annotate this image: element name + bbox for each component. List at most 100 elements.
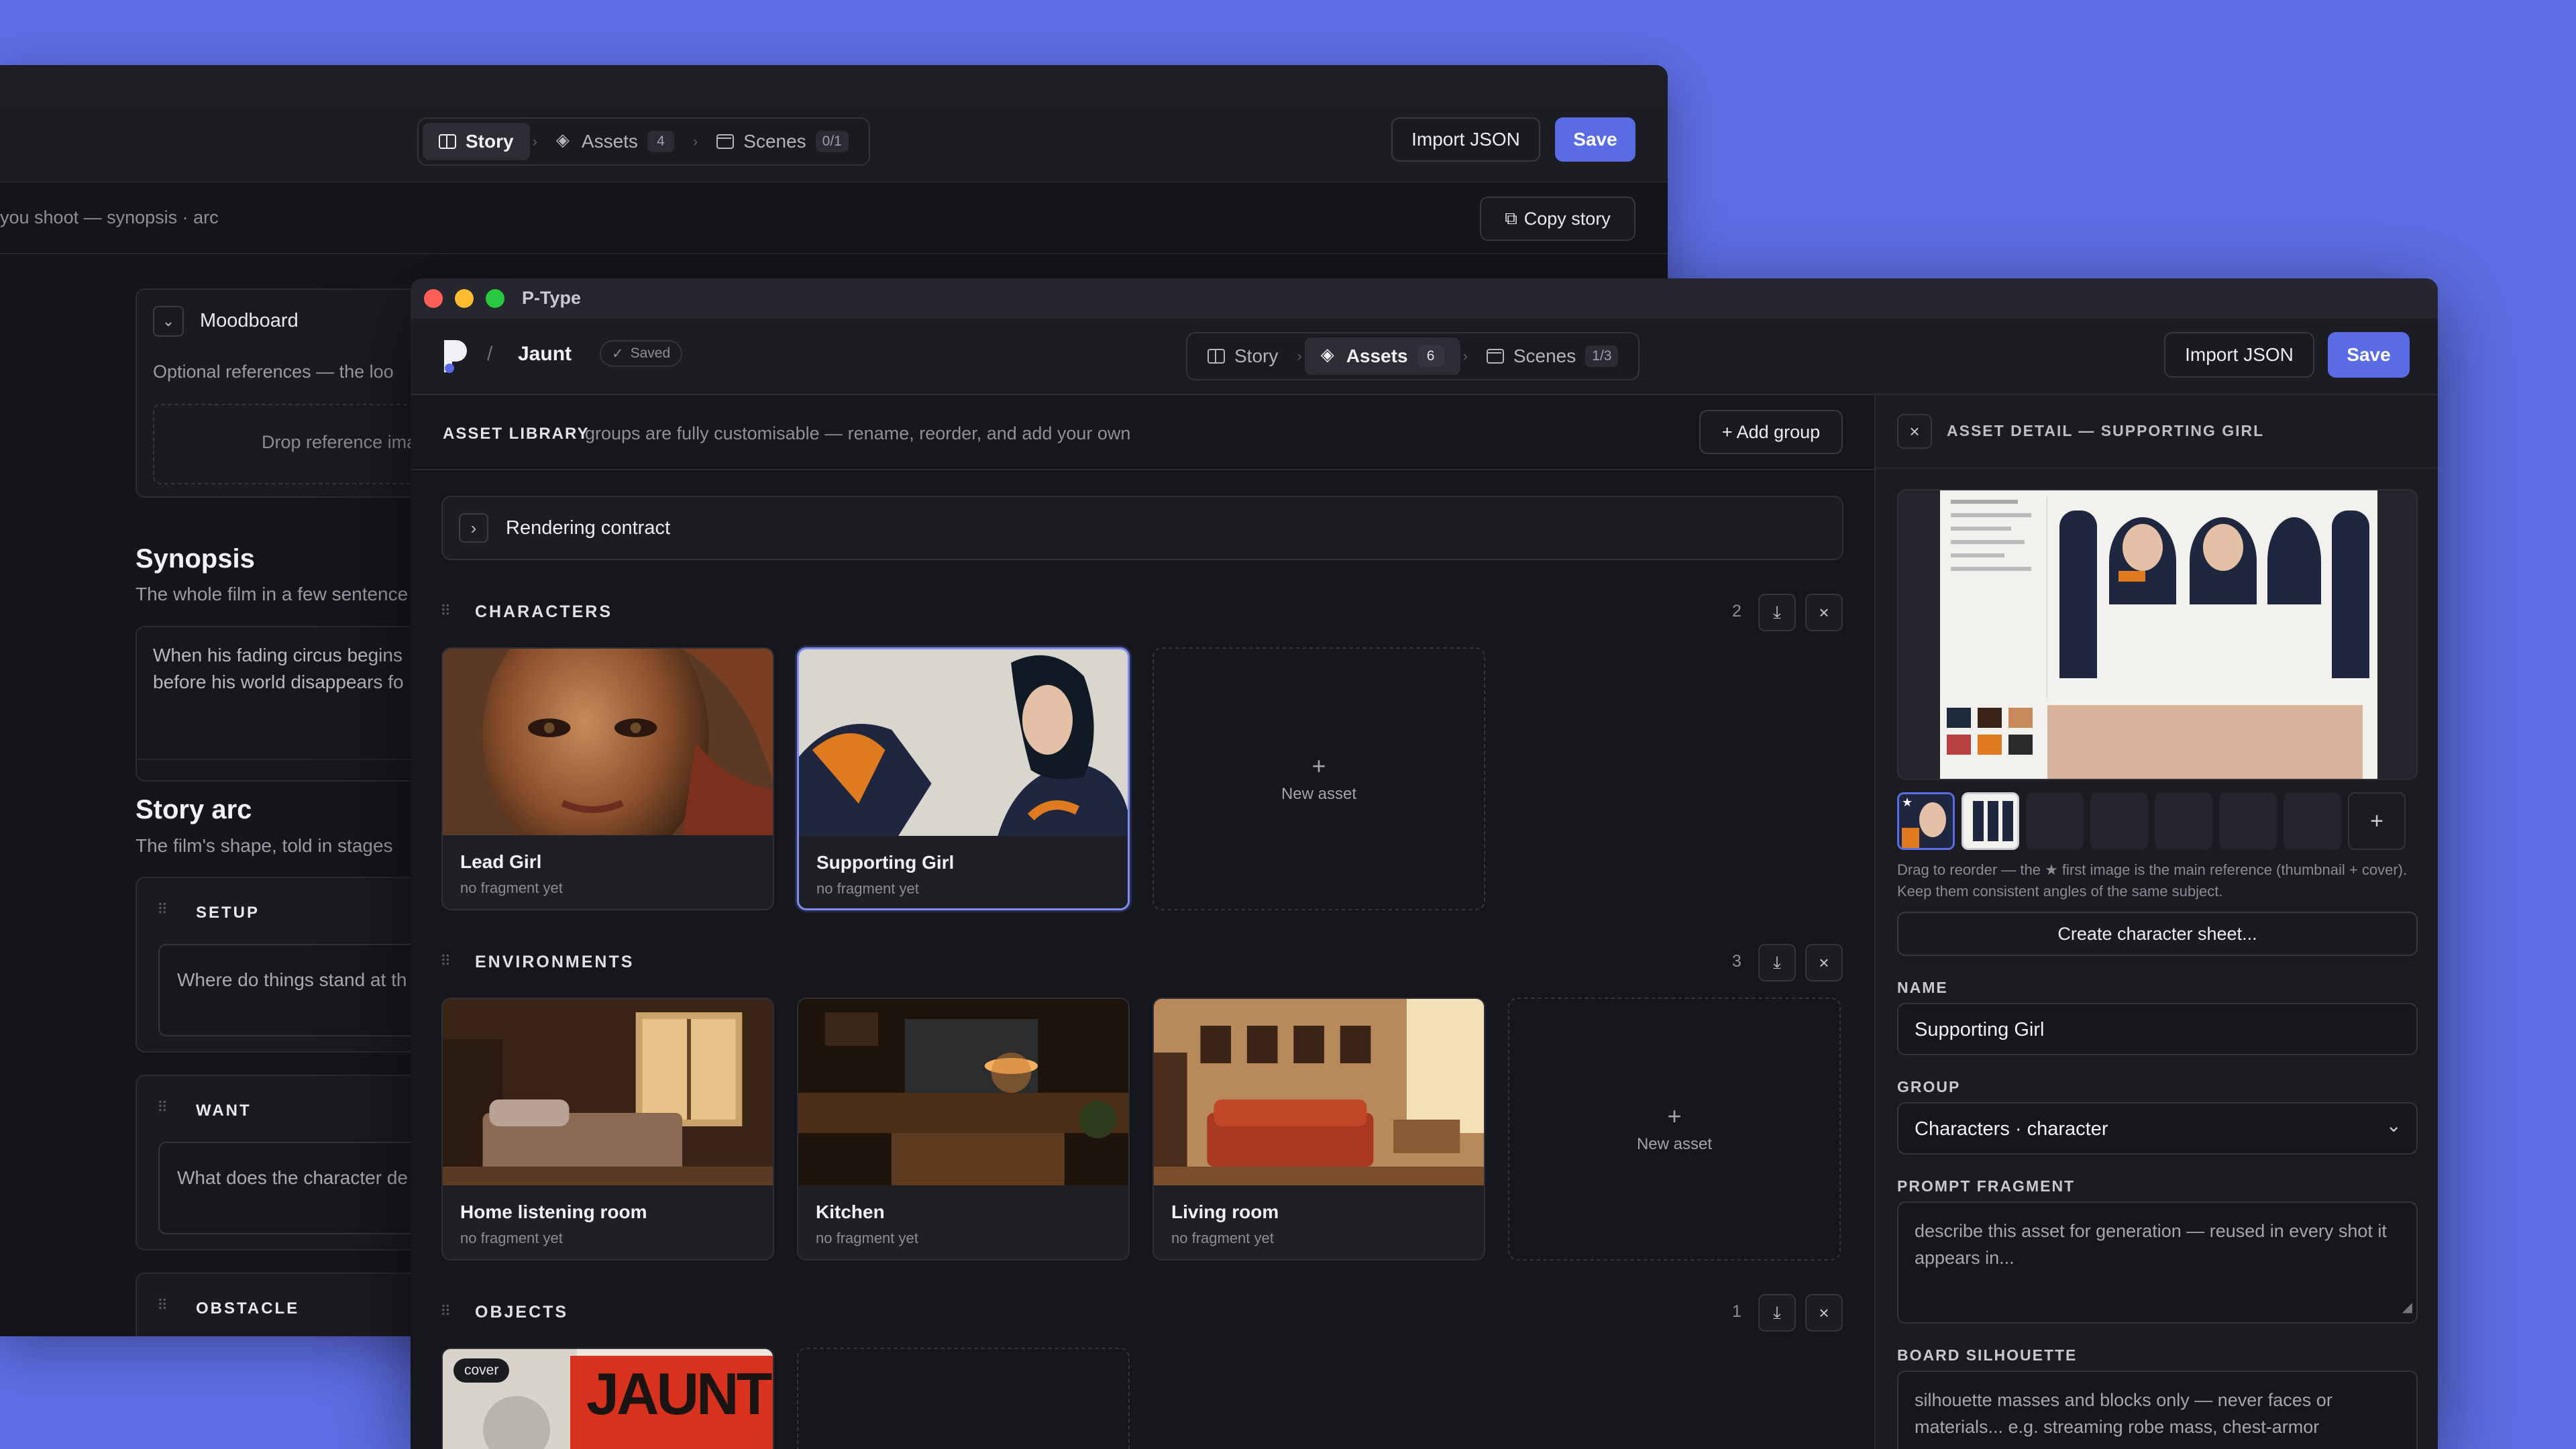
reference-thumbnail[interactable]: ★ — [1897, 792, 1955, 850]
group-count: 3 — [1732, 952, 1741, 971]
character-sheet-graphic — [1940, 490, 2377, 779]
group-select[interactable]: Characters · character ⌄ — [1897, 1102, 2418, 1155]
group-title[interactable]: OBJECTS — [475, 1303, 568, 1322]
divider — [1876, 468, 2438, 469]
close-icon[interactable]: × — [1805, 594, 1843, 631]
import-json-button[interactable]: Import JSON — [1391, 117, 1540, 162]
asset-name: Lead Girl — [460, 851, 542, 872]
asset-fragment: no fragment yet — [1171, 1230, 1274, 1246]
chevron-right-icon: › — [532, 133, 537, 150]
resize-handle-icon[interactable]: ◢ — [2402, 1294, 2412, 1321]
asset-card-supporting-girl[interactable]: Supporting Girl no fragment yet — [797, 647, 1130, 910]
chevron-right-icon: › — [1462, 347, 1468, 364]
tab-scenes[interactable]: Scenes 1/3 — [1470, 337, 1635, 375]
view-tabs: Story › Assets6 › Scenes1/3 — [1186, 332, 1640, 380]
divider — [136, 759, 417, 760]
asset-card-cover[interactable]: JAUNT cover — [441, 1348, 774, 1449]
new-asset-button[interactable]: + New asset — [1152, 647, 1485, 910]
group-count: 2 — [1732, 602, 1741, 621]
main-reference-image[interactable] — [1897, 489, 2418, 780]
stage-placeholder: What does the character de — [177, 1167, 408, 1188]
moodboard-card: ⌄ Moodboard Optional references — the lo… — [136, 288, 435, 498]
group-title[interactable]: ENVIRONMENTS — [475, 953, 634, 972]
stage-label: SETUP — [196, 904, 260, 922]
import-json-button[interactable]: Import JSON — [2164, 332, 2314, 378]
tab-story[interactable]: Story — [1191, 337, 1294, 375]
drag-handle-icon[interactable]: ⠿ — [440, 953, 451, 970]
drag-handle-icon[interactable]: ⠿ — [157, 901, 168, 918]
maximize-window-button[interactable] — [486, 289, 504, 308]
save-button[interactable]: Save — [2328, 332, 2410, 378]
close-icon[interactable]: × — [1805, 1294, 1843, 1332]
rendering-contract-panel[interactable]: › Rendering contract — [441, 496, 1843, 560]
arc-stage-setup: ⠿ SETUP Where do things stand at th — [136, 877, 440, 1053]
window-titlebar — [0, 65, 1668, 108]
project-name[interactable]: Jaunt — [518, 343, 572, 366]
asset-card-home-listening-room[interactable]: Home listening room no fragment yet — [441, 998, 774, 1260]
new-asset-label: New asset — [1281, 785, 1357, 803]
tab-assets[interactable]: Assets4 — [540, 123, 690, 160]
asset-detail-panel: × ASSET DETAIL — SUPPORTING GIRL ★ + Dra… — [1874, 395, 2438, 1449]
empty-thumbnail-slot[interactable] — [2155, 792, 2212, 850]
asset-thumbnail — [1154, 999, 1484, 1185]
drag-handle-icon[interactable]: ⠿ — [157, 1099, 168, 1116]
moodboard-hint: Optional references — the loo — [153, 362, 394, 382]
prompt-fragment-textarea[interactable]: describe this asset for generation — reu… — [1897, 1201, 2418, 1324]
stage-input[interactable]: Where do things stand at th — [158, 944, 440, 1036]
assets-count-badge: 4 — [647, 131, 674, 152]
minimize-window-button[interactable] — [455, 289, 474, 308]
download-icon[interactable]: ⤓ — [1758, 594, 1796, 631]
tab-story[interactable]: Story — [423, 123, 530, 160]
name-field[interactable]: Supporting Girl — [1897, 1003, 2418, 1055]
asset-window: P-Type / Jaunt ✓Saved Story › Assets6 › … — [411, 278, 2438, 1449]
scenes-count-badge: 0/1 — [815, 131, 849, 152]
reference-thumbnail[interactable] — [1962, 792, 2019, 850]
empty-thumbnail-slot[interactable] — [2090, 792, 2148, 850]
save-button[interactable]: Save — [1555, 117, 1635, 162]
close-icon[interactable]: × — [1897, 414, 1932, 449]
stage-input[interactable]: What does the character de — [158, 1142, 440, 1234]
group-title[interactable]: CHARACTERS — [475, 602, 612, 622]
asset-card-living-room[interactable]: Living room no fragment yet — [1152, 998, 1485, 1260]
asset-card-kitchen[interactable]: Kitchen no fragment yet — [797, 998, 1130, 1260]
star-icon: ★ — [1902, 796, 1913, 809]
story-arc-heading: Story arc — [136, 795, 252, 824]
board-silhouette-label: BOARD SILHOUETTE — [1897, 1346, 2078, 1364]
arc-stage-obstacle: ⠿ OBSTACLE — [136, 1273, 417, 1336]
drag-handle-icon[interactable]: ⠿ — [440, 602, 451, 620]
asset-fragment: no fragment yet — [816, 1230, 918, 1246]
group-label: GROUP — [1897, 1078, 1961, 1095]
moodboard-dropzone[interactable]: Drop reference ima — [153, 404, 435, 484]
layers-icon — [1321, 344, 1337, 365]
empty-thumbnail-slot[interactable] — [2284, 792, 2341, 850]
tab-scenes[interactable]: Scenes 0/1 — [700, 123, 865, 160]
drag-handle-icon[interactable]: ⠿ — [440, 1303, 451, 1320]
copy-story-button[interactable]: ⧉ Copy story — [1480, 197, 1635, 241]
tab-assets[interactable]: Assets6 — [1304, 337, 1460, 375]
window-title: P-Type — [522, 288, 582, 308]
top-nav: Story › Assets4 › Scenes0/1 Import JSON … — [0, 108, 1668, 182]
chevron-right-icon[interactable]: › — [459, 513, 488, 543]
cover-badge: cover — [453, 1358, 510, 1383]
empty-thumbnail-slot[interactable] — [2026, 792, 2084, 850]
create-character-sheet-button[interactable]: Create character sheet... — [1897, 912, 2418, 956]
drag-handle-icon[interactable]: ⠿ — [157, 1297, 168, 1314]
close-icon[interactable]: × — [1805, 944, 1843, 981]
download-icon[interactable]: ⤓ — [1758, 944, 1796, 981]
new-asset-button[interactable]: + New asset — [1508, 998, 1841, 1260]
copy-icon: ⧉ — [1505, 208, 1517, 228]
asset-card-lead-girl[interactable]: Lead Girl no fragment yet — [441, 647, 774, 910]
chevron-down-icon[interactable]: ⌄ — [153, 306, 184, 337]
asset-fragment: no fragment yet — [460, 1230, 563, 1246]
board-silhouette-textarea[interactable]: silhouette masses and blocks only — neve… — [1897, 1371, 2418, 1449]
empty-thumbnail-slot[interactable] — [2219, 792, 2277, 850]
new-asset-button[interactable] — [797, 1348, 1130, 1449]
story-subtitle: you shoot — synopsis · arc — [0, 207, 219, 227]
book-icon — [439, 134, 456, 149]
download-icon[interactable]: ⤓ — [1758, 1294, 1796, 1332]
story-arc-hint: The film's shape, told in stages — [136, 835, 393, 856]
add-group-button[interactable]: + Add group — [1699, 410, 1843, 454]
close-window-button[interactable] — [424, 289, 443, 308]
add-image-button[interactable]: + — [2348, 792, 2406, 850]
asset-name: Supporting Girl — [816, 852, 955, 873]
